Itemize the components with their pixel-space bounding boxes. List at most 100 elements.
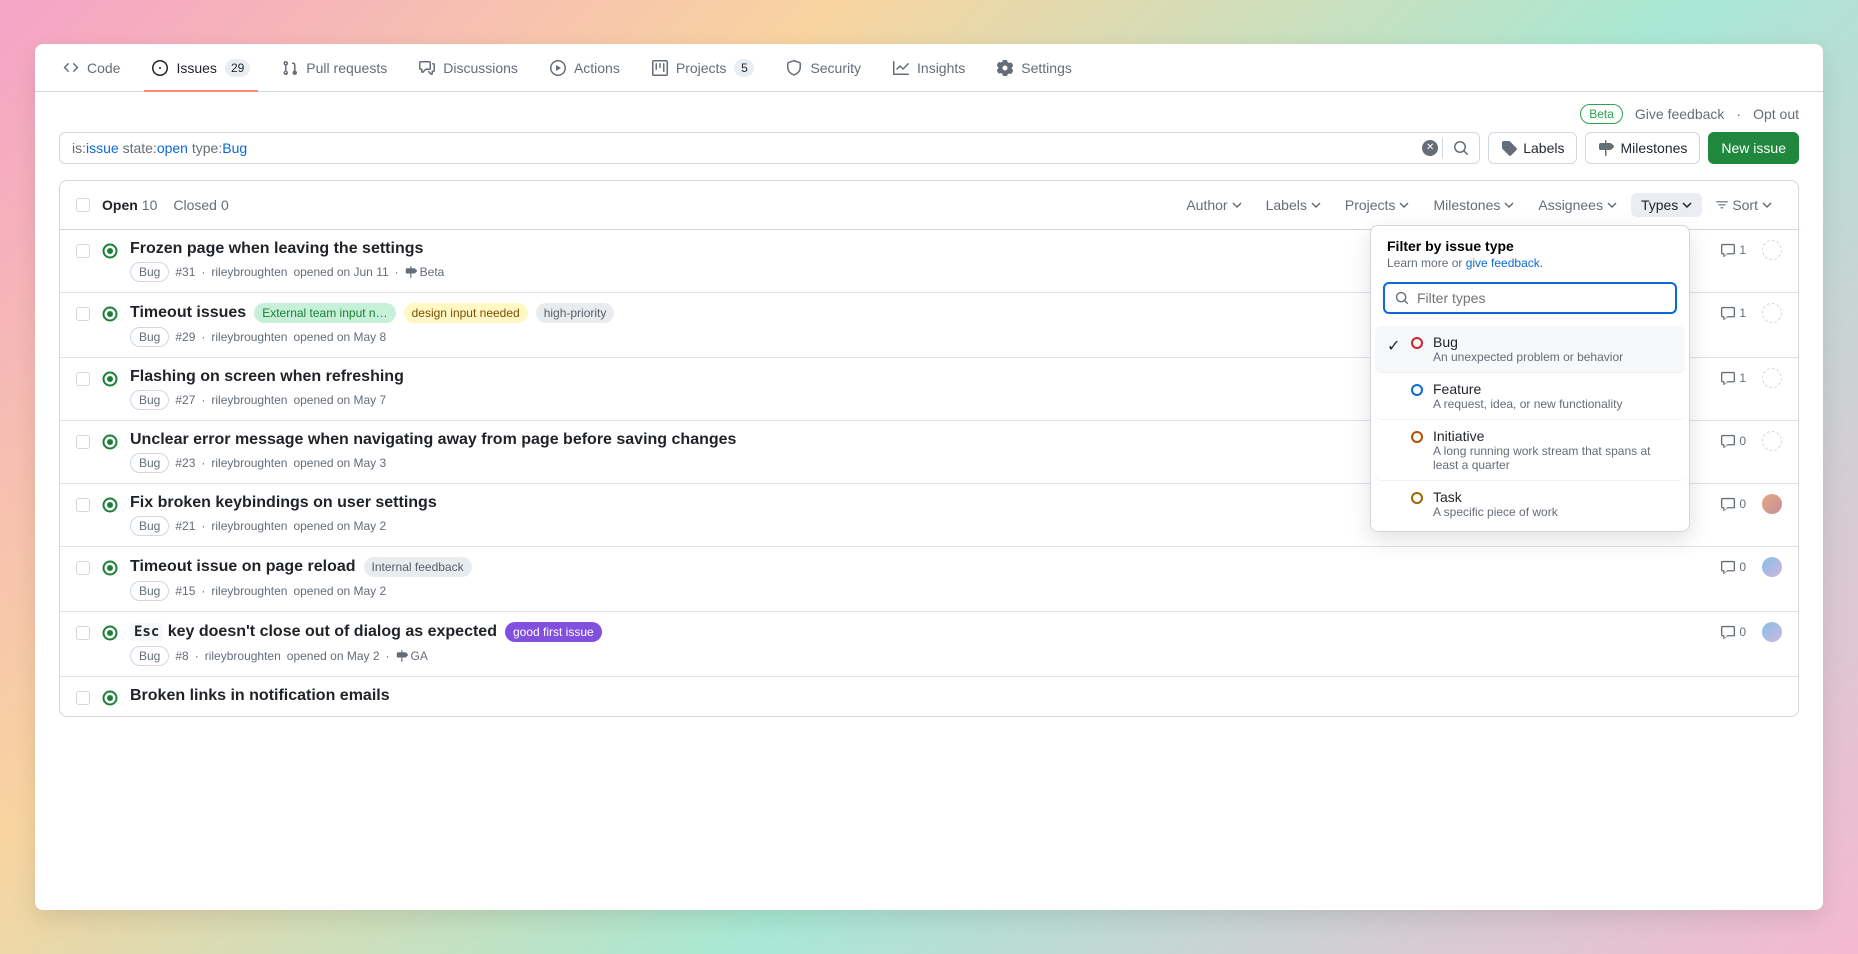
popover-type-item[interactable]: ✓ Bug An unexpected problem or behavior <box>1375 326 1685 373</box>
issue-author[interactable]: rileybroughten <box>211 456 287 470</box>
issue-author[interactable]: rileybroughten <box>211 265 287 279</box>
popover-search[interactable] <box>1383 282 1677 314</box>
issue-milestone[interactable]: GA <box>396 649 428 663</box>
tab-actions-label: Actions <box>574 60 620 76</box>
select-all-checkbox[interactable] <box>76 198 90 212</box>
open-state[interactable]: Open 10 <box>102 197 157 213</box>
issue-title[interactable]: Frozen page when leaving the settings <box>130 240 423 258</box>
filter-projects[interactable]: Projects <box>1335 193 1420 217</box>
issue-label[interactable]: design input needed <box>404 303 528 323</box>
issue-title[interactable]: Unclear error message when navigating aw… <box>130 431 736 449</box>
new-issue-button[interactable]: New issue <box>1708 132 1799 164</box>
tab-security[interactable]: Security <box>774 44 873 92</box>
filter-labels[interactable]: Labels <box>1256 193 1331 217</box>
tab-actions[interactable]: Actions <box>538 44 632 92</box>
comment-count[interactable]: 0 <box>1721 625 1746 639</box>
popover-type-item[interactable]: Task A specific piece of work <box>1375 481 1685 527</box>
issue-checkbox[interactable] <box>76 372 90 386</box>
issue-author[interactable]: rileybroughten <box>211 393 287 407</box>
issue-checkbox[interactable] <box>76 561 90 575</box>
issue-title[interactable]: Timeout issue on page reload <box>130 558 356 576</box>
issue-type-tag[interactable]: Bug <box>130 327 169 347</box>
assignee-avatar[interactable] <box>1762 431 1782 451</box>
issue-number: #27 <box>175 393 195 407</box>
issue-type-tag[interactable]: Bug <box>130 646 169 666</box>
issue-title[interactable]: Broken links in notification emails <box>130 687 390 705</box>
assignee-avatar[interactable] <box>1762 557 1782 577</box>
projects-icon <box>652 60 668 76</box>
tab-pull-requests[interactable]: Pull requests <box>270 44 399 92</box>
issue-checkbox[interactable] <box>76 307 90 321</box>
issue-title[interactable]: Timeout issues <box>130 304 246 322</box>
closed-state[interactable]: Closed 0 <box>173 197 228 213</box>
discussions-icon <box>419 60 435 76</box>
assignee-avatar[interactable] <box>1762 494 1782 514</box>
issue-checkbox[interactable] <box>76 498 90 512</box>
clear-search-icon[interactable]: ✕ <box>1422 140 1438 156</box>
issue-main: Broken links in notification emails <box>130 687 1782 705</box>
comment-count[interactable]: 0 <box>1721 560 1746 574</box>
issue-title[interactable]: Esc key doesn't close out of dialog as e… <box>130 623 497 641</box>
search-input[interactable]: is:issue state:open type:Bug ✕ <box>59 132 1480 164</box>
filter-milestones[interactable]: Milestones <box>1423 193 1524 217</box>
tab-projects[interactable]: Projects 5 <box>640 44 767 92</box>
comment-count[interactable]: 1 <box>1721 243 1746 257</box>
issue-type-tag[interactable]: Bug <box>130 581 169 601</box>
filter-assignees[interactable]: Assignees <box>1528 193 1627 217</box>
issue-number: #23 <box>175 456 195 470</box>
issues-count: 29 <box>225 59 250 77</box>
issue-author[interactable]: rileybroughten <box>211 330 287 344</box>
filter-author[interactable]: Author <box>1176 193 1251 217</box>
issue-checkbox[interactable] <box>76 244 90 258</box>
issue-type-tag[interactable]: Bug <box>130 262 169 282</box>
issue-checkbox[interactable] <box>76 626 90 640</box>
tab-insights[interactable]: Insights <box>881 44 977 92</box>
issue-type-tag[interactable]: Bug <box>130 453 169 473</box>
code-icon <box>63 60 79 76</box>
filter-types[interactable]: Types <box>1631 193 1702 217</box>
issue-author[interactable]: rileybroughten <box>211 584 287 598</box>
milestones-button[interactable]: Milestones <box>1585 132 1700 164</box>
popover-search-input[interactable] <box>1417 290 1665 306</box>
comment-count[interactable]: 1 <box>1721 371 1746 385</box>
tab-issues[interactable]: Issues 29 <box>140 44 262 92</box>
issue-milestone[interactable]: Beta <box>405 265 445 279</box>
assignee-avatar[interactable] <box>1762 622 1782 642</box>
comment-count[interactable]: 0 <box>1721 434 1746 448</box>
issue-row: Timeout issue on page reload Internal fe… <box>60 547 1798 612</box>
issue-author[interactable]: rileybroughten <box>205 649 281 663</box>
opt-out-link[interactable]: Opt out <box>1753 106 1799 122</box>
comment-count[interactable]: 0 <box>1721 497 1746 511</box>
issue-title[interactable]: Flashing on screen when refreshing <box>130 368 404 386</box>
issue-author[interactable]: rileybroughten <box>211 519 287 533</box>
issue-label[interactable]: good first issue <box>505 622 602 642</box>
comment-count[interactable]: 1 <box>1721 306 1746 320</box>
assignee-avatar[interactable] <box>1762 368 1782 388</box>
issue-checkbox[interactable] <box>76 691 90 705</box>
tab-code[interactable]: Code <box>51 44 132 92</box>
assignee-avatar[interactable] <box>1762 303 1782 323</box>
popover-type-item[interactable]: Feature A request, idea, or new function… <box>1375 373 1685 420</box>
filter-buttons: Author Labels Projects Milestones Assign… <box>1176 193 1782 217</box>
assignee-avatar[interactable] <box>1762 240 1782 260</box>
issue-label[interactable]: External team input n… <box>254 303 395 323</box>
filter-sort[interactable]: Sort <box>1706 193 1782 217</box>
popover-feedback-link[interactable]: give feedback. <box>1466 256 1543 270</box>
issue-checkbox[interactable] <box>76 435 90 449</box>
popover-type-item[interactable]: Initiative A long running work stream th… <box>1375 420 1685 481</box>
issue-title[interactable]: Fix broken keybindings on user settings <box>130 494 437 512</box>
tab-insights-label: Insights <box>917 60 965 76</box>
popover-subtitle: Learn more or give feedback. <box>1387 256 1673 270</box>
labels-button[interactable]: Labels <box>1488 132 1577 164</box>
issue-type-tag[interactable]: Bug <box>130 390 169 410</box>
give-feedback-link[interactable]: Give feedback <box>1635 106 1725 122</box>
issue-number: #29 <box>175 330 195 344</box>
tab-projects-label: Projects <box>676 60 727 76</box>
issue-meta: Bug #15 · rileybroughten opened on May 2 <box>130 581 1709 601</box>
tab-settings[interactable]: Settings <box>985 44 1084 92</box>
search-icon[interactable] <box>1447 134 1475 162</box>
issue-label[interactable]: Internal feedback <box>364 557 472 577</box>
issue-type-tag[interactable]: Bug <box>130 516 169 536</box>
tab-discussions[interactable]: Discussions <box>407 44 530 92</box>
issue-label[interactable]: high-priority <box>536 303 615 323</box>
